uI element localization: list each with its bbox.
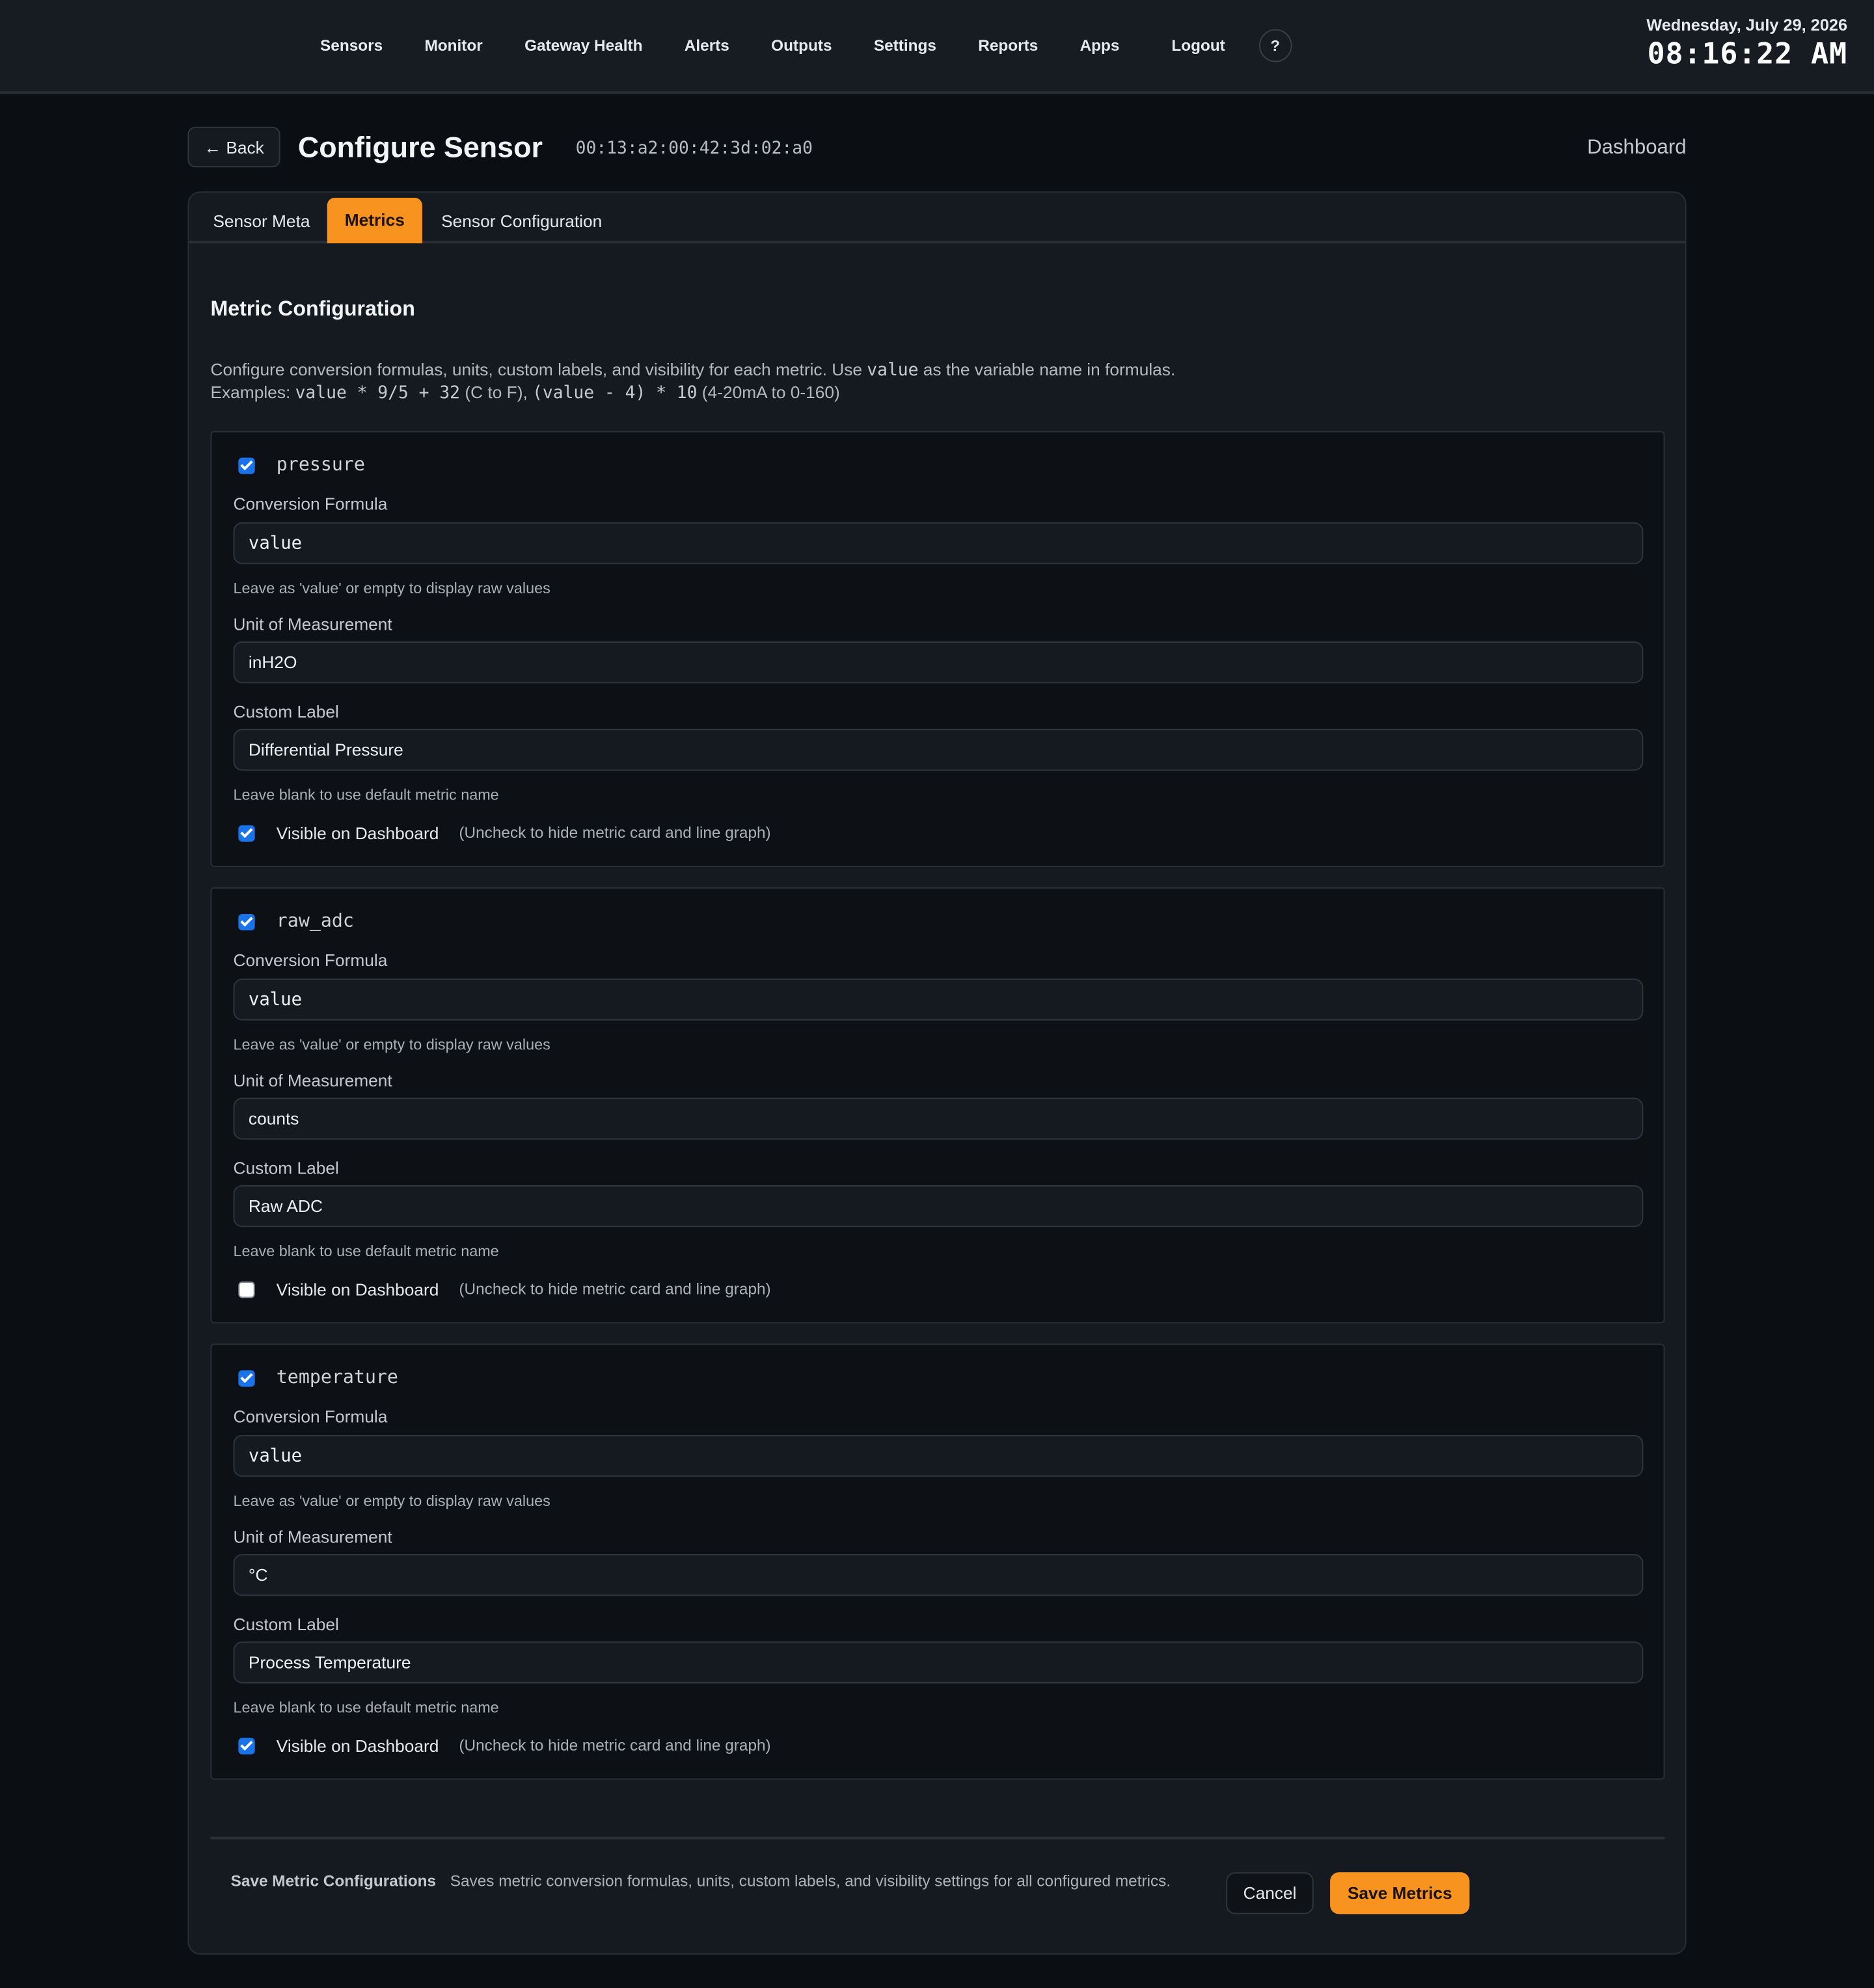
metric-card-pressure: pressure Conversion Formula value Leave … <box>210 431 1665 867</box>
custom-label-input[interactable]: Raw ADC <box>233 1185 1644 1228</box>
custom-label-label: Custom Label <box>233 702 339 721</box>
formula-label: Conversion Formula <box>233 950 388 970</box>
section-title: Metric Configuration <box>210 297 415 321</box>
metric-enabled-checkbox[interactable] <box>238 913 255 931</box>
metric-card-raw-adc: raw_adc Conversion Formula value Leave a… <box>210 887 1665 1324</box>
top-navigation-bar: Sensors Monitor Gateway Health Alerts Ou… <box>0 0 1874 94</box>
save-metrics-button[interactable]: Save Metrics <box>1330 1872 1470 1914</box>
configure-card: Sensor Meta Metrics Sensor Configuration… <box>187 191 1687 1955</box>
formula-hint: Leave as 'value' or empty to display raw… <box>233 1492 550 1510</box>
custom-label-hint: Leave blank to use default metric name <box>233 1242 499 1260</box>
visible-checkbox[interactable] <box>238 1738 255 1754</box>
visible-checkbox[interactable] <box>238 1282 255 1298</box>
clock: Wednesday, July 29, 2026 08:16:22 AM <box>1646 15 1847 71</box>
nav-settings[interactable]: Settings <box>853 37 957 55</box>
custom-label-hint: Leave blank to use default metric name <box>233 786 499 804</box>
visible-label: Visible on Dashboard <box>276 1280 439 1300</box>
formula-label: Conversion Formula <box>233 494 388 514</box>
metric-name: temperature <box>276 1367 398 1388</box>
nav-reports[interactable]: Reports <box>957 37 1059 55</box>
custom-label-input[interactable]: Differential Pressure <box>233 729 1644 771</box>
help-icon[interactable]: ? <box>1258 29 1292 62</box>
cancel-button[interactable]: Cancel <box>1226 1872 1314 1914</box>
formula-label: Conversion Formula <box>233 1406 388 1427</box>
visible-label: Visible on Dashboard <box>276 1736 439 1756</box>
example-2-code: (value - 4) * 10 <box>532 383 698 403</box>
nav-gateway-health[interactable]: Gateway Health <box>504 37 664 55</box>
desc-code: value <box>867 360 919 381</box>
nav-alerts[interactable]: Alerts <box>664 37 750 55</box>
footer-description: Saves metric conversion formulas, units,… <box>450 1872 1171 1890</box>
unit-input[interactable]: counts <box>233 1097 1644 1140</box>
back-button[interactable]: ← Back <box>187 126 281 168</box>
example-1-text: (C to F), <box>460 383 533 402</box>
custom-label-input[interactable]: Process Temperature <box>233 1641 1644 1684</box>
tab-bar: Sensor Meta Metrics Sensor Configuration <box>189 193 1685 244</box>
custom-label-hint: Leave blank to use default metric name <box>233 1699 499 1717</box>
visible-checkbox[interactable] <box>238 825 255 842</box>
unit-label: Unit of Measurement <box>233 615 392 634</box>
unit-input[interactable]: inH2O <box>233 641 1644 684</box>
dashboard-link[interactable]: Dashboard <box>1587 137 1687 159</box>
formula-hint: Leave as 'value' or empty to display raw… <box>233 1036 550 1054</box>
footer-divider <box>210 1836 1665 1840</box>
visible-hint: (Uncheck to hide metric card and line gr… <box>459 1736 771 1754</box>
formula-input[interactable]: value <box>233 978 1644 1021</box>
examples-label: Examples: <box>210 383 295 402</box>
logout-button[interactable]: Logout <box>1150 37 1246 55</box>
unit-label: Unit of Measurement <box>233 1527 392 1547</box>
formula-input[interactable]: value <box>233 522 1644 565</box>
visible-hint: (Uncheck to hide metric card and line gr… <box>459 1280 771 1298</box>
custom-label-label: Custom Label <box>233 1615 339 1634</box>
desc-text-a: Configure conversion formulas, units, cu… <box>210 360 867 379</box>
formula-hint: Leave as 'value' or empty to display raw… <box>233 579 550 597</box>
sensor-id: 00:13:a2:00:42:3d:02:a0 <box>575 138 813 159</box>
page-title: Configure Sensor <box>297 130 543 164</box>
tab-sensor-configuration[interactable]: Sensor Configuration <box>424 198 620 243</box>
example-1-code: value * 9/5 + 32 <box>295 383 461 403</box>
custom-label-label: Custom Label <box>233 1159 339 1178</box>
metric-enabled-checkbox[interactable] <box>238 457 255 474</box>
nav-monitor[interactable]: Monitor <box>403 37 504 55</box>
unit-label: Unit of Measurement <box>233 1071 392 1090</box>
nav-apps[interactable]: Apps <box>1059 37 1140 55</box>
nav-sensors[interactable]: Sensors <box>299 37 403 55</box>
nav-outputs[interactable]: Outputs <box>750 37 853 55</box>
metric-enabled-checkbox[interactable] <box>238 1370 255 1387</box>
tab-metrics[interactable]: Metrics <box>327 197 422 244</box>
visible-hint: (Uncheck to hide metric card and line gr… <box>459 824 771 842</box>
desc-text-b: as the variable name in formulas. <box>918 360 1176 379</box>
metric-name: raw_adc <box>276 911 354 932</box>
main-nav: Sensors Monitor Gateway Health Alerts Ou… <box>299 0 1292 91</box>
page-header: ← Back Configure Sensor 00:13:a2:00:42:3… <box>0 94 1874 193</box>
unit-input[interactable]: °C <box>233 1553 1644 1596</box>
example-2-text: (4-20mA to 0-160) <box>697 383 840 402</box>
formula-input[interactable]: value <box>233 1434 1644 1477</box>
current-time: 08:16:22 AM <box>1647 38 1848 72</box>
current-date: Wednesday, July 29, 2026 <box>1646 15 1848 34</box>
visible-label: Visible on Dashboard <box>276 824 439 843</box>
footer-title: Save Metric Configurations <box>230 1872 437 1890</box>
metric-name: pressure <box>276 455 365 476</box>
tab-sensor-meta[interactable]: Sensor Meta <box>195 198 328 243</box>
metric-card-temperature: temperature Conversion Formula value Lea… <box>210 1343 1665 1780</box>
section-description: Configure conversion formulas, units, cu… <box>210 358 1175 404</box>
